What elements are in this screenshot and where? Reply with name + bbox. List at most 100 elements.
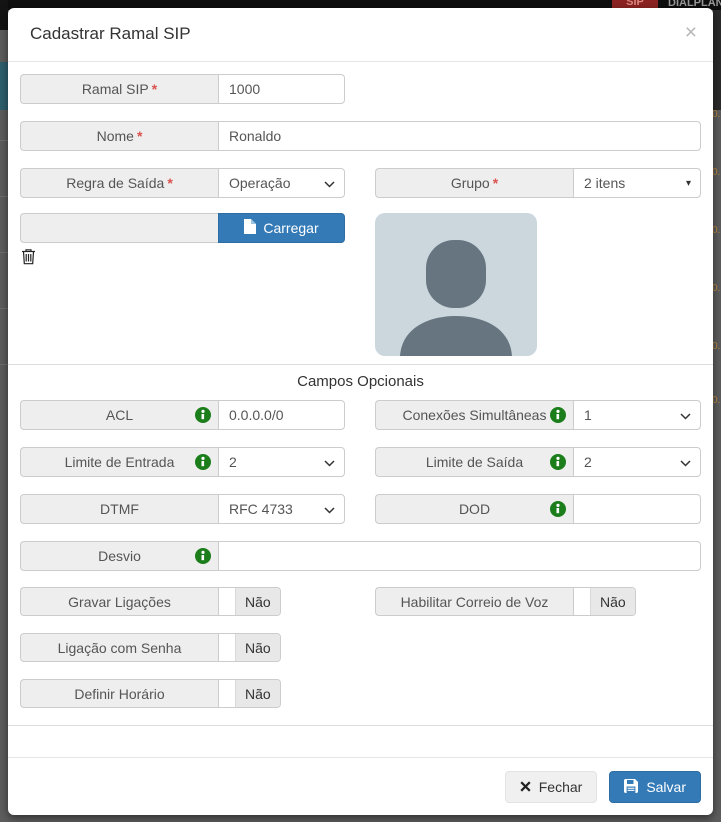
background-table-fragment: 0. <box>712 342 721 352</box>
background-right-header <box>713 10 721 110</box>
ramal-sip-input[interactable] <box>218 74 345 104</box>
background-table-fragment: 0. <box>712 110 721 120</box>
info-icon[interactable] <box>195 454 211 470</box>
chevron-down-icon <box>324 501 335 517</box>
upload-field: Carregar <box>20 213 345 243</box>
modal-header: Cadastrar Ramal SIP × <box>8 8 713 62</box>
toggle-handle <box>219 588 236 615</box>
background-left-teal-block <box>0 62 8 110</box>
conexoes-select[interactable]: 1 <box>573 400 701 430</box>
limite-entrada-field: Limite de Entrada 2 <box>20 447 345 477</box>
required-marker: * <box>493 175 498 191</box>
x-icon <box>520 779 531 795</box>
close-icon[interactable]: × <box>685 24 697 42</box>
background-row-divider <box>0 364 8 365</box>
limite-saida-field: Limite de Saída 2 <box>375 447 701 477</box>
acl-conexoes-row: ACL Conexões Simultâneas <box>20 400 701 430</box>
definir-horario-toggle[interactable]: Não <box>218 679 281 708</box>
regra-saida-label: Regra de Saída* <box>20 168 218 198</box>
caret-down-icon: ▾ <box>686 178 691 189</box>
toggle-handle <box>219 634 236 661</box>
acl-label: ACL <box>20 400 218 430</box>
nome-input[interactable] <box>218 121 701 151</box>
ligacao-senha-label: Ligação com Senha <box>20 633 218 662</box>
background-table-fragment: 0. <box>712 396 721 406</box>
background-table-fragment: 0. <box>712 168 721 178</box>
gravar-ligacoes-label: Gravar Ligações <box>20 587 218 616</box>
chevron-down-icon <box>324 175 335 191</box>
definir-horario-row: Definir Horário Não <box>20 679 701 708</box>
background-table-fragment: 0. <box>712 226 721 236</box>
dtmf-select[interactable]: RFC 4733 <box>218 494 345 524</box>
photo-upload-row: Carregar <box>20 213 701 356</box>
grupo-label: Grupo* <box>375 168 573 198</box>
regra-grupo-row: Regra de Saída* Operação Grupo* 2 itens … <box>20 168 701 198</box>
limite-entrada-label: Limite de Entrada <box>20 447 218 477</box>
upload-controls: Carregar <box>20 213 345 356</box>
conexoes-field: Conexões Simultâneas 1 <box>375 400 701 430</box>
ligacao-senha-toggle[interactable]: Não <box>218 633 281 662</box>
grupo-field: Grupo* 2 itens ▾ <box>375 168 701 198</box>
limites-row: Limite de Entrada 2 Limite de Sa <box>20 447 701 477</box>
file-name-display[interactable] <box>20 213 218 243</box>
ligacao-senha-field: Ligação com Senha Não <box>20 633 281 662</box>
toggle-state-label: Não <box>236 680 280 707</box>
avatar <box>375 213 537 356</box>
section-title: Campos Opcionais <box>20 372 701 391</box>
background-left-header <box>0 0 8 30</box>
modal-footer: Fechar Salvar <box>8 757 713 815</box>
save-icon <box>624 779 638 796</box>
ramal-sip-field: Ramal SIP* <box>20 74 345 104</box>
definir-horario-field: Definir Horário Não <box>20 679 281 708</box>
dtmf-dod-row: DTMF RFC 4733 DOD <box>20 494 701 524</box>
salvar-button[interactable]: Salvar <box>609 771 701 803</box>
desvio-label: Desvio <box>20 541 218 571</box>
toggle-state-label: Não <box>236 588 280 615</box>
conexoes-label: Conexões Simultâneas <box>375 400 573 430</box>
info-icon[interactable] <box>550 501 566 517</box>
background-row-divider <box>0 308 8 309</box>
chevron-down-icon <box>680 407 691 423</box>
file-icon <box>244 219 256 237</box>
gravar-ligacoes-toggle[interactable]: Não <box>218 587 281 616</box>
required-marker: * <box>152 81 157 97</box>
dtmf-label: DTMF <box>20 494 218 524</box>
background-row-divider <box>0 140 8 141</box>
toggle-state-label: Não <box>236 634 280 661</box>
toggle-state-label: Não <box>591 588 635 615</box>
background-row-divider <box>0 252 8 253</box>
desvio-field: Desvio <box>20 541 701 571</box>
cadastrar-ramal-sip-modal: Cadastrar Ramal SIP × Ramal SIP* Nome* <box>8 8 713 815</box>
ramal-sip-label: Ramal SIP* <box>20 74 218 104</box>
limite-saida-select[interactable]: 2 <box>573 447 701 477</box>
desvio-input[interactable] <box>218 541 701 571</box>
grupo-multiselect[interactable]: 2 itens ▾ <box>573 168 701 198</box>
regra-saida-field: Regra de Saída* Operação <box>20 168 345 198</box>
dod-input[interactable] <box>573 494 701 524</box>
limite-entrada-select[interactable]: 2 <box>218 447 345 477</box>
info-icon[interactable] <box>195 407 211 423</box>
acl-input[interactable] <box>218 400 345 430</box>
background-table-fragment: 0. <box>712 284 721 294</box>
chevron-down-icon <box>680 454 691 470</box>
habilitar-correio-toggle[interactable]: Não <box>573 587 636 616</box>
campos-opcionais-section: Campos Opcionais ACL Conexões Simultânea… <box>8 364 713 726</box>
gravar-ligacoes-field: Gravar Ligações Não <box>20 587 345 616</box>
info-icon[interactable] <box>195 548 211 564</box>
dod-field: DOD <box>375 494 701 524</box>
habilitar-correio-label: Habilitar Correio de Voz <box>375 587 573 616</box>
limite-saida-label: Limite de Saída <box>375 447 573 477</box>
chevron-down-icon <box>324 454 335 470</box>
nome-field: Nome* <box>20 121 701 151</box>
toggle-handle <box>574 588 591 615</box>
trash-icon[interactable] <box>20 248 36 266</box>
modal-title: Cadastrar Ramal SIP <box>30 24 696 44</box>
upload-button[interactable]: Carregar <box>218 213 345 243</box>
regra-saida-select[interactable]: Operação <box>218 168 345 198</box>
fechar-button[interactable]: Fechar <box>505 771 598 803</box>
info-icon[interactable] <box>550 407 566 423</box>
habilitar-correio-field: Habilitar Correio de Voz Não <box>375 587 636 616</box>
toggle-handle <box>219 680 236 707</box>
ligacao-senha-row: Ligação com Senha Não <box>20 633 701 662</box>
info-icon[interactable] <box>550 454 566 470</box>
